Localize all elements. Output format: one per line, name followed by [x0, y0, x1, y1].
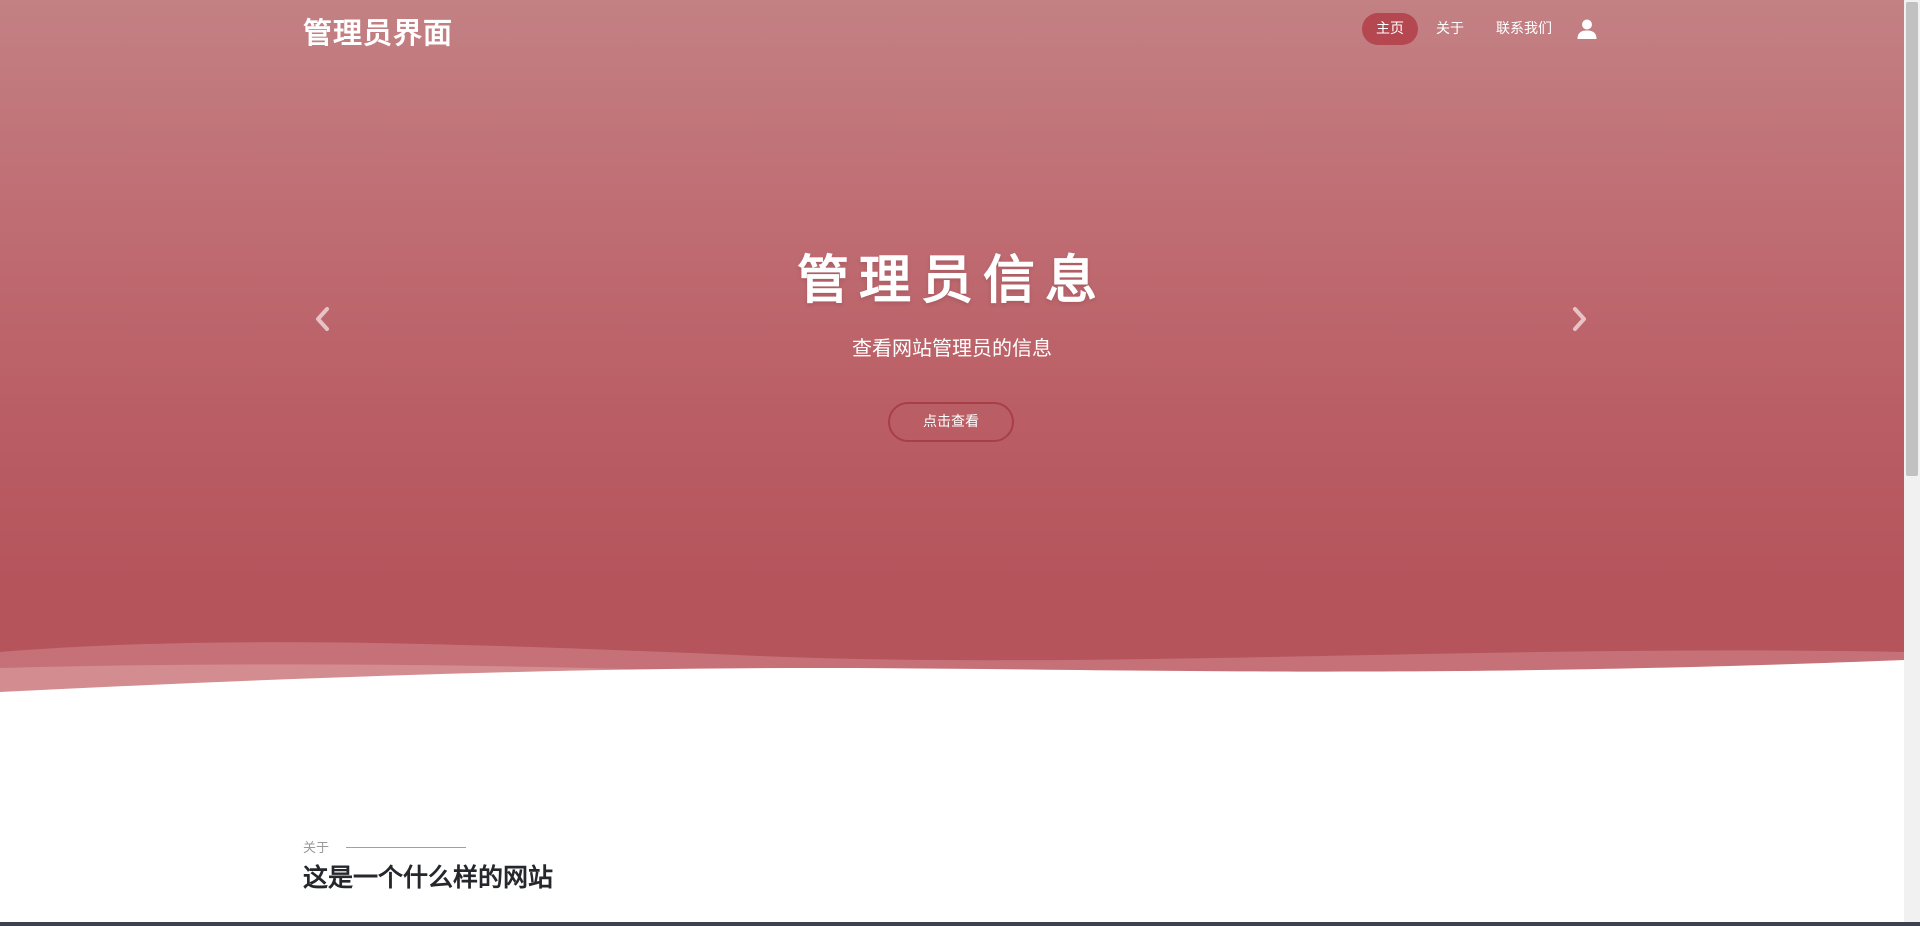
vertical-scrollbar[interactable]	[1904, 0, 1920, 926]
hero-title: 管理员信息	[796, 251, 1107, 311]
about-section-title: 这是一个什么样的网站	[303, 863, 554, 892]
about-accent-line	[346, 847, 466, 848]
bottom-edge-bar	[0, 922, 1920, 926]
nav-item-about[interactable]: 关于	[1422, 13, 1478, 45]
main-nav: 主页 关于 联系我们	[1358, 13, 1598, 45]
hero-wave-divider	[0, 642, 1904, 730]
nav-item-home[interactable]: 主页	[1362, 13, 1418, 45]
scrollbar-thumb[interactable]	[1906, 2, 1918, 476]
page: 管理员界面 主页 关于 联系我们 管理员信息 查看网站管理员的信息 点击查看 关…	[0, 0, 1904, 926]
user-icon[interactable]	[1576, 18, 1598, 40]
about-section-label: 关于	[303, 841, 330, 856]
view-button[interactable]: 点击查看	[888, 402, 1014, 442]
site-logo[interactable]: 管理员界面	[303, 10, 453, 52]
nav-item-contact[interactable]: 联系我们	[1482, 13, 1566, 45]
hero-section: 管理员界面 主页 关于 联系我们 管理员信息 查看网站管理员的信息 点击查看	[0, 0, 1904, 730]
hero-subtitle: 查看网站管理员的信息	[852, 336, 1052, 360]
